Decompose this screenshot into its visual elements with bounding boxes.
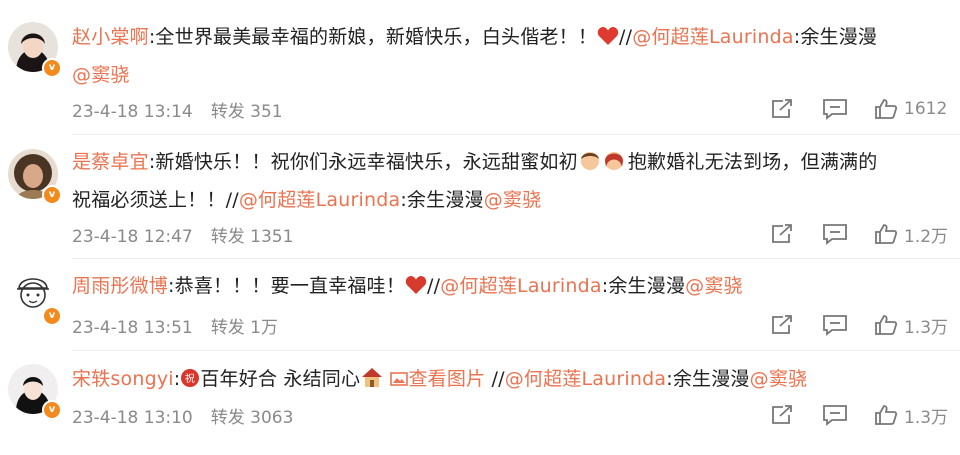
thumb-up-icon xyxy=(875,224,898,244)
share-icon xyxy=(772,315,792,334)
user-name[interactable]: 宋轶songyi xyxy=(72,368,174,390)
mention-link[interactable]: @窦骁 xyxy=(72,64,130,86)
divider xyxy=(72,258,960,259)
thumb-up-icon xyxy=(875,315,898,335)
mention-link[interactable]: @窦骁 xyxy=(484,189,542,211)
comment-meta: 23-4-18 12:47 转发 1351 xyxy=(72,222,293,247)
share-button[interactable] xyxy=(770,402,794,428)
mention-link[interactable]: @何超莲Laurinda xyxy=(632,26,794,48)
timestamp: 23-4-18 13:14 xyxy=(72,102,193,122)
repost-count: 351 xyxy=(250,102,283,122)
comment-icon xyxy=(823,405,847,426)
couple-emoji-icon xyxy=(578,148,628,183)
comment-text: 是蔡卓宜:新婚快乐！！祝你们永远幸福快乐，永远甜蜜如初 抱歉婚礼无法到场，但满满的… xyxy=(72,145,952,218)
action-bar: 1.3万 xyxy=(770,312,960,338)
user-name[interactable]: 赵小棠啊 xyxy=(72,26,149,48)
comment-text: 宋轶songyi: 祝百年好合 永结同心 查看图片 //@何超莲Laurinda:… xyxy=(72,362,952,400)
action-bar: 1.2万 xyxy=(770,221,960,247)
repost-label[interactable]: 转发 xyxy=(211,318,245,338)
repost-count: 3063 xyxy=(250,408,294,428)
bless-emoji-icon: 祝 xyxy=(180,365,200,400)
mention-link[interactable]: @何超莲Laurinda xyxy=(239,189,401,211)
mention-link[interactable]: @何超莲Laurinda xyxy=(440,275,602,297)
comment-button[interactable] xyxy=(822,96,848,122)
comment-meta: 23-4-18 13:51 转发 1万 xyxy=(72,313,278,338)
user-name[interactable]: 周雨彤微博 xyxy=(72,275,168,297)
like-count: 1.3万 xyxy=(904,317,949,338)
share-button[interactable] xyxy=(770,312,794,338)
like-button[interactable]: 1.3万 xyxy=(874,402,948,428)
comment-button[interactable] xyxy=(822,312,848,338)
comment-button[interactable] xyxy=(822,221,848,247)
comment-meta: 23-4-18 13:14 转发 351 xyxy=(72,97,283,122)
share-icon xyxy=(772,224,792,243)
like-button[interactable]: 1.2万 xyxy=(874,221,948,247)
share-button[interactable] xyxy=(770,221,794,247)
verified-badge-icon: v xyxy=(42,306,62,326)
thumb-up-icon xyxy=(875,99,898,119)
repost-label[interactable]: 转发 xyxy=(211,102,245,122)
timestamp: 23-4-18 13:51 xyxy=(72,318,193,338)
heart-emoji-icon xyxy=(597,23,619,58)
mention-link[interactable]: @窦骁 xyxy=(750,368,808,390)
comment-icon xyxy=(823,315,847,336)
like-count: 1.2万 xyxy=(904,226,949,247)
comment-text: 周雨彤微博:恭喜！！！要一直幸福哇！//@何超莲Laurinda:余生漫漫@窦骁 xyxy=(72,269,952,307)
like-button[interactable]: 1612 xyxy=(874,96,947,122)
verified-badge-icon: v xyxy=(42,400,62,420)
image-icon xyxy=(390,365,409,400)
svg-text:祝: 祝 xyxy=(185,372,195,385)
timestamp: 23-4-18 12:47 xyxy=(72,227,193,247)
like-count: 1612 xyxy=(904,99,948,119)
verified-badge-icon: v xyxy=(42,58,62,78)
comment-icon xyxy=(823,224,847,245)
like-count: 1.3万 xyxy=(904,407,949,428)
share-icon xyxy=(772,99,792,118)
house-emoji-icon xyxy=(360,365,384,400)
share-icon xyxy=(772,405,792,424)
repost-count: 1351 xyxy=(250,227,294,247)
mention-link[interactable]: @何超莲Laurinda xyxy=(505,368,667,390)
user-name[interactable]: 是蔡卓宜 xyxy=(72,151,149,173)
mention-link[interactable]: @窦骁 xyxy=(685,275,743,297)
action-bar: 1612 xyxy=(770,96,960,122)
repost-label[interactable]: 转发 xyxy=(211,408,245,428)
comment-feed: v 赵小棠啊:全世界最美最幸福的新娘，新婚快乐，白头偕老！！//@何超莲Laur… xyxy=(0,0,960,455)
verified-badge-icon: v xyxy=(42,185,62,205)
thumb-up-icon xyxy=(875,405,898,425)
timestamp: 23-4-18 13:10 xyxy=(72,408,193,428)
comment-icon xyxy=(823,99,847,120)
action-bar: 1.3万 xyxy=(770,402,960,428)
divider xyxy=(72,350,960,351)
divider xyxy=(72,134,960,135)
view-image-link[interactable]: 查看图片 xyxy=(390,368,485,390)
like-button[interactable]: 1.3万 xyxy=(874,312,948,338)
repost-label[interactable]: 转发 xyxy=(211,227,245,247)
comment-button[interactable] xyxy=(822,402,848,428)
comment-meta: 23-4-18 13:10 转发 3063 xyxy=(72,403,293,428)
heart-emoji-icon xyxy=(405,272,427,307)
comment-text: 赵小棠啊:全世界最美最幸福的新娘，新婚快乐，白头偕老！！//@何超莲Laurin… xyxy=(72,20,952,93)
share-button[interactable] xyxy=(770,96,794,122)
repost-count: 1万 xyxy=(250,318,278,338)
